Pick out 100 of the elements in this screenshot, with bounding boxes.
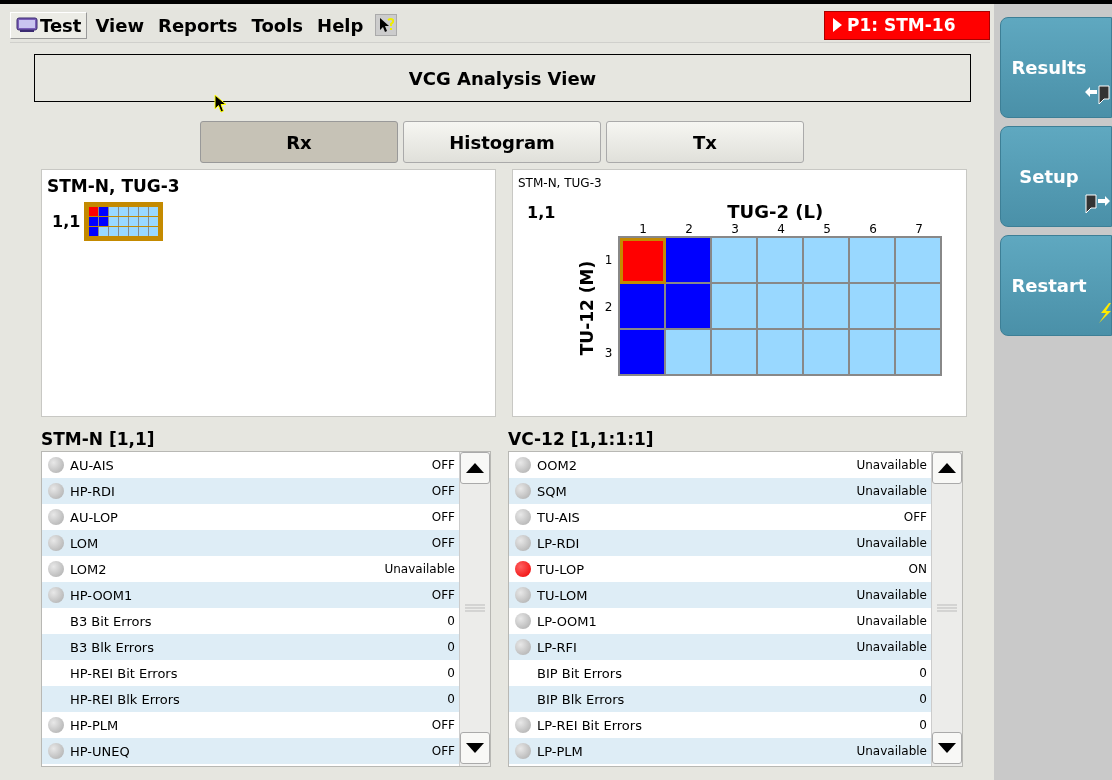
item-value: Unavailable	[856, 614, 927, 628]
list-row[interactable]: TU-LOP ON	[509, 556, 931, 582]
grid-cell[interactable]	[896, 238, 942, 284]
scrollbar[interactable]	[459, 452, 490, 766]
arrow-page-icon	[1085, 85, 1111, 105]
menu-item[interactable]: Help	[311, 11, 370, 39]
list-row[interactable]: AU-AIS OFF	[42, 452, 459, 478]
item-value: OFF	[431, 510, 455, 524]
item-value: Unavailable	[856, 484, 927, 498]
list-row[interactable]: HP-OOM1 OFF	[42, 582, 459, 608]
list-row[interactable]: LP-RDI Unavailable	[509, 530, 931, 556]
menu-item[interactable]: View	[89, 11, 151, 39]
grid-cell[interactable]	[758, 330, 804, 376]
grip-icon	[937, 604, 957, 612]
row-label: 1	[603, 253, 614, 267]
grid-cell[interactable]	[850, 238, 896, 284]
down-arrow-icon	[466, 743, 484, 753]
tab[interactable]: Tx	[606, 121, 804, 163]
item-value: OFF	[431, 536, 455, 550]
grid-cell[interactable]	[620, 284, 666, 330]
menu-item[interactable]: Tools	[245, 11, 310, 39]
item-value: 0	[919, 718, 927, 732]
menu-item[interactable]: Reports	[152, 11, 244, 39]
grid-cell[interactable]	[620, 238, 666, 284]
scroll-up-button[interactable]	[460, 452, 490, 484]
section-title: VC-12 [1,1:1:1]	[508, 429, 655, 451]
grid-cell[interactable]	[712, 238, 758, 284]
item-name: HP-OOM1	[70, 587, 134, 603]
up-arrow-icon	[938, 463, 956, 473]
grid-cell[interactable]	[712, 330, 758, 376]
grid-cell[interactable]	[896, 284, 942, 330]
item-value: OFF	[431, 744, 455, 758]
item-name: LP-OOM1	[537, 613, 598, 629]
item-name: B3 Blk Errors	[70, 639, 155, 655]
item-name: SQM	[537, 483, 568, 499]
menu-item[interactable]: Test	[10, 11, 88, 39]
scrollbar[interactable]	[931, 452, 962, 766]
item-name: HP-RDI	[70, 483, 116, 499]
list-row[interactable]: LP-OOM1 Unavailable	[509, 608, 931, 634]
grid-cell[interactable]	[666, 330, 712, 376]
tab[interactable]: Histogram	[403, 121, 601, 163]
grid-cell[interactable]	[758, 238, 804, 284]
list-row[interactable]: AU-LOP OFF	[42, 504, 459, 530]
item-value: 0	[447, 614, 455, 628]
pointer-question-icon	[378, 17, 395, 33]
grid-cell[interactable]	[804, 284, 850, 330]
list-row[interactable]: LP-PLM Unavailable	[509, 738, 931, 764]
list-row[interactable]: BIP Bit Errors 0	[509, 660, 931, 686]
column-label: 1	[638, 222, 648, 236]
list-row[interactable]: HP-PLM OFF	[42, 712, 459, 738]
panel-title: STM-N, TUG-3	[46, 175, 181, 196]
scroll-down-button[interactable]	[460, 732, 490, 764]
list-row[interactable]: LOM2 Unavailable	[42, 556, 459, 582]
list-row[interactable]: HP-REI Bit Errors 0	[42, 660, 459, 686]
column-label: 3	[730, 222, 740, 236]
item-value: Unavailable	[856, 640, 927, 654]
list-row[interactable]: LOM OFF	[42, 530, 459, 556]
tab[interactable]: Rx	[200, 121, 398, 163]
list-row[interactable]: LP-RFI Unavailable	[509, 634, 931, 660]
scroll-up-button[interactable]	[932, 452, 962, 484]
up-arrow-icon	[466, 463, 484, 473]
list-row[interactable]: TU-LOM Unavailable	[509, 582, 931, 608]
monitor-icon	[16, 17, 38, 33]
grid-cell[interactable]	[850, 330, 896, 376]
item-name: BIP Bit Errors	[537, 665, 623, 681]
grid-cell[interactable]	[666, 284, 712, 330]
list-row[interactable]: BIP Blk Errors 0	[509, 686, 931, 712]
list-row[interactable]: OOM2 Unavailable	[509, 452, 931, 478]
scroll-down-button[interactable]	[932, 732, 962, 764]
grid-cell[interactable]	[666, 238, 712, 284]
list-row[interactable]: TU-AIS OFF	[509, 504, 931, 530]
grid-cell[interactable]	[804, 238, 850, 284]
grid-cell[interactable]	[896, 330, 942, 376]
grid-cell[interactable]	[712, 284, 758, 330]
list-row[interactable]: HP-REI Blk Errors 0	[42, 686, 459, 712]
grid-cell[interactable]	[804, 330, 850, 376]
axis-title: TU-12 (M)	[577, 260, 597, 356]
list-row[interactable]: B3 Blk Errors 0	[42, 634, 459, 660]
item-value: 0	[919, 692, 927, 706]
list-row[interactable]: B3 Bit Errors 0	[42, 608, 459, 634]
item-name: BIP Blk Errors	[537, 691, 626, 707]
page-arrow-icon	[1085, 194, 1111, 214]
tug-block[interactable]	[84, 202, 164, 241]
grid-cell[interactable]	[850, 284, 896, 330]
list-row[interactable]: HP-UNEQ OFF	[42, 738, 459, 764]
grip-icon	[465, 604, 485, 612]
list-row[interactable]: LP-REI Bit Errors 0	[509, 712, 931, 738]
list-row[interactable]: HP-RDI OFF	[42, 478, 459, 504]
grid-cell[interactable]	[620, 330, 666, 376]
grid-cell[interactable]	[758, 284, 804, 330]
context-help-button[interactable]	[375, 14, 398, 36]
item-value: Unavailable	[856, 744, 927, 758]
item-value: Unavailable	[856, 536, 927, 550]
item-value: 0	[447, 640, 455, 654]
item-name: LP-RFI	[537, 639, 578, 655]
list-row[interactable]: SQM Unavailable	[509, 478, 931, 504]
lightning-icon	[1099, 303, 1111, 323]
item-name: LP-REI Bit Errors	[537, 717, 643, 733]
item-name: LOM2	[70, 561, 108, 577]
column-label: 6	[868, 222, 878, 236]
